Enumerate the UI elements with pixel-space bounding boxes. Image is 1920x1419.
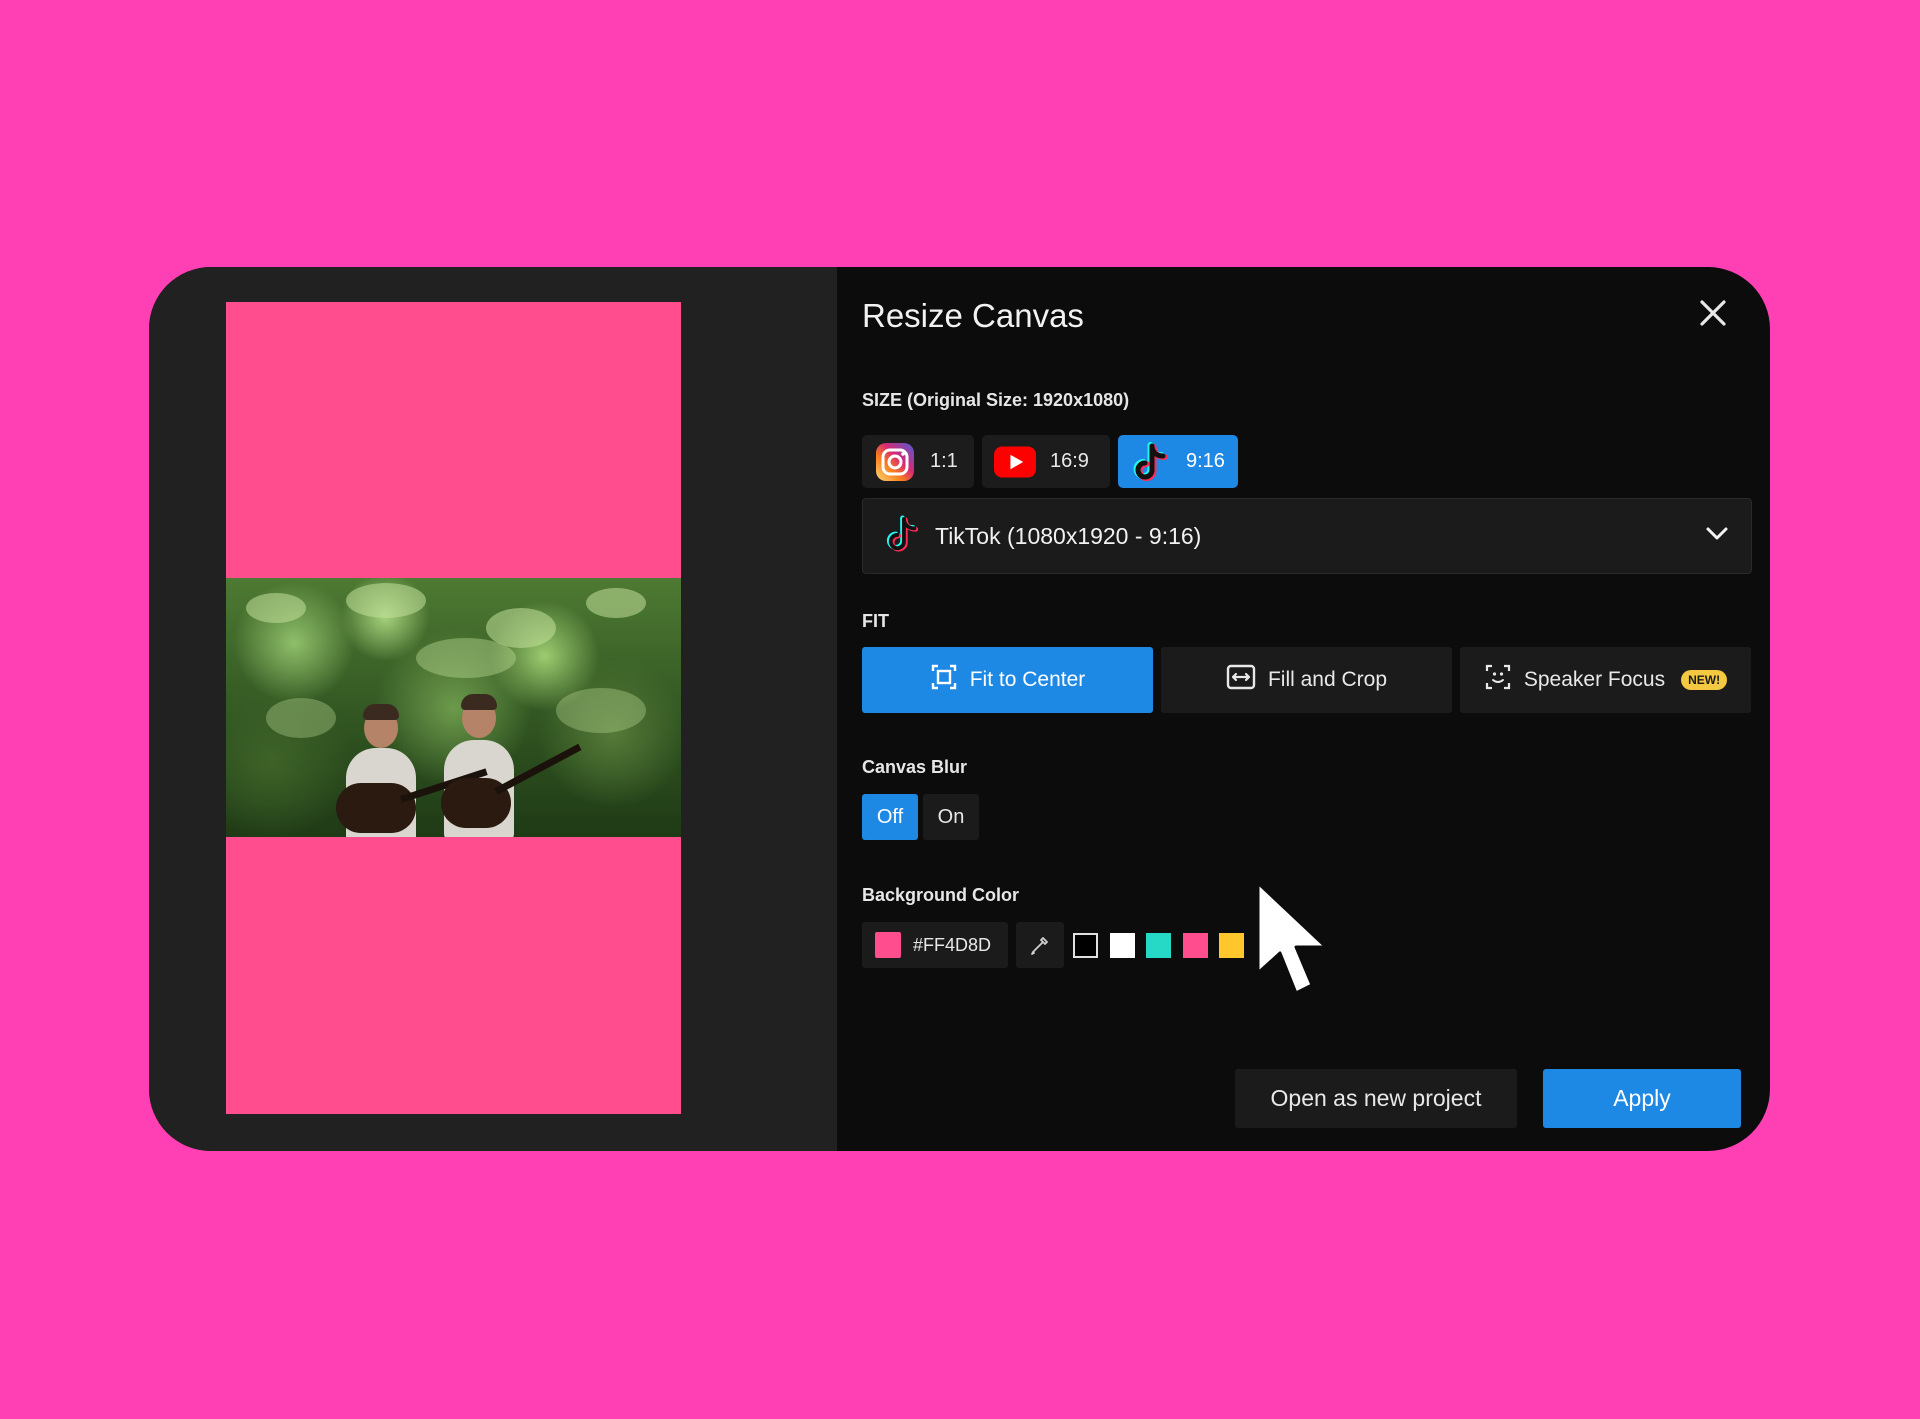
canvas-preview-pane	[149, 267, 837, 1151]
eyedropper-icon	[1031, 937, 1048, 955]
background-hex-value: #FF4D8D	[913, 934, 992, 955]
color-swatch[interactable]	[1146, 933, 1171, 958]
color-swatch[interactable]	[1073, 933, 1098, 958]
fit-option-label: Fit to Center	[969, 668, 1086, 691]
color-swatch[interactable]	[1219, 933, 1244, 958]
ratio-label: 16:9	[1050, 450, 1089, 472]
background-hex-field[interactable]: #FF4D8D	[862, 922, 1008, 968]
fit-option-label: Fill and Crop	[1267, 668, 1388, 691]
fill-and-crop-button[interactable]: Fill and Crop	[1161, 647, 1452, 713]
canvas-blur-on-button[interactable]: On	[923, 794, 979, 840]
video-preview	[226, 578, 681, 837]
ratio-label: 1:1	[930, 450, 958, 472]
tiktok-icon	[885, 514, 921, 559]
color-swatch[interactable]	[1109, 933, 1135, 958]
new-badge: NEW!	[1681, 670, 1728, 690]
preset-selected-value: TikTok (1080x1920 - 9:16)	[935, 522, 1202, 549]
tiktok-icon	[1130, 441, 1172, 483]
canvas-preview	[226, 302, 681, 1114]
eyedropper-button[interactable]	[1016, 922, 1064, 968]
current-color-swatch	[875, 932, 901, 958]
ratio-16-9-button[interactable]: 16:9	[982, 435, 1110, 488]
fit-center-icon	[930, 663, 958, 697]
dialog-title: Resize Canvas	[862, 297, 1084, 334]
background-color-label: Background Color	[862, 885, 1020, 905]
youtube-icon	[994, 441, 1036, 483]
fill-crop-icon	[1226, 664, 1256, 696]
speaker-focus-button[interactable]: Speaker Focus NEW!	[1460, 647, 1751, 713]
resize-canvas-dialog: Resize Canvas SIZE (Original Size: 1920x…	[149, 267, 1770, 1151]
ratio-1-1-button[interactable]: 1:1	[862, 435, 974, 488]
fit-label: FIT	[862, 611, 889, 631]
guitar-left	[336, 783, 416, 833]
chevron-down-icon	[1705, 526, 1729, 547]
ratio-label: 9:16	[1186, 450, 1225, 472]
ratio-9-16-button[interactable]: 9:16	[1118, 435, 1238, 488]
speaker-focus-icon	[1484, 663, 1512, 697]
size-label: SIZE (Original Size: 1920x1080)	[862, 390, 1130, 410]
mouse-cursor-icon	[1256, 881, 1328, 995]
close-button[interactable]	[1695, 295, 1731, 331]
color-swatch[interactable]	[1182, 933, 1208, 958]
open-as-new-project-button[interactable]: Open as new project	[1235, 1069, 1517, 1128]
preset-dropdown[interactable]: TikTok (1080x1920 - 9:16)	[862, 498, 1752, 574]
settings-panel: Resize Canvas SIZE (Original Size: 1920x…	[837, 267, 1770, 1151]
fit-option-label: Speaker Focus	[1523, 668, 1666, 691]
canvas-blur-off-button[interactable]: Off	[862, 794, 918, 840]
fit-to-center-button[interactable]: Fit to Center	[862, 647, 1153, 713]
canvas-blur-label: Canvas Blur	[862, 757, 968, 777]
instagram-icon	[874, 441, 916, 483]
apply-button[interactable]: Apply	[1543, 1069, 1741, 1128]
close-icon	[1700, 300, 1726, 326]
